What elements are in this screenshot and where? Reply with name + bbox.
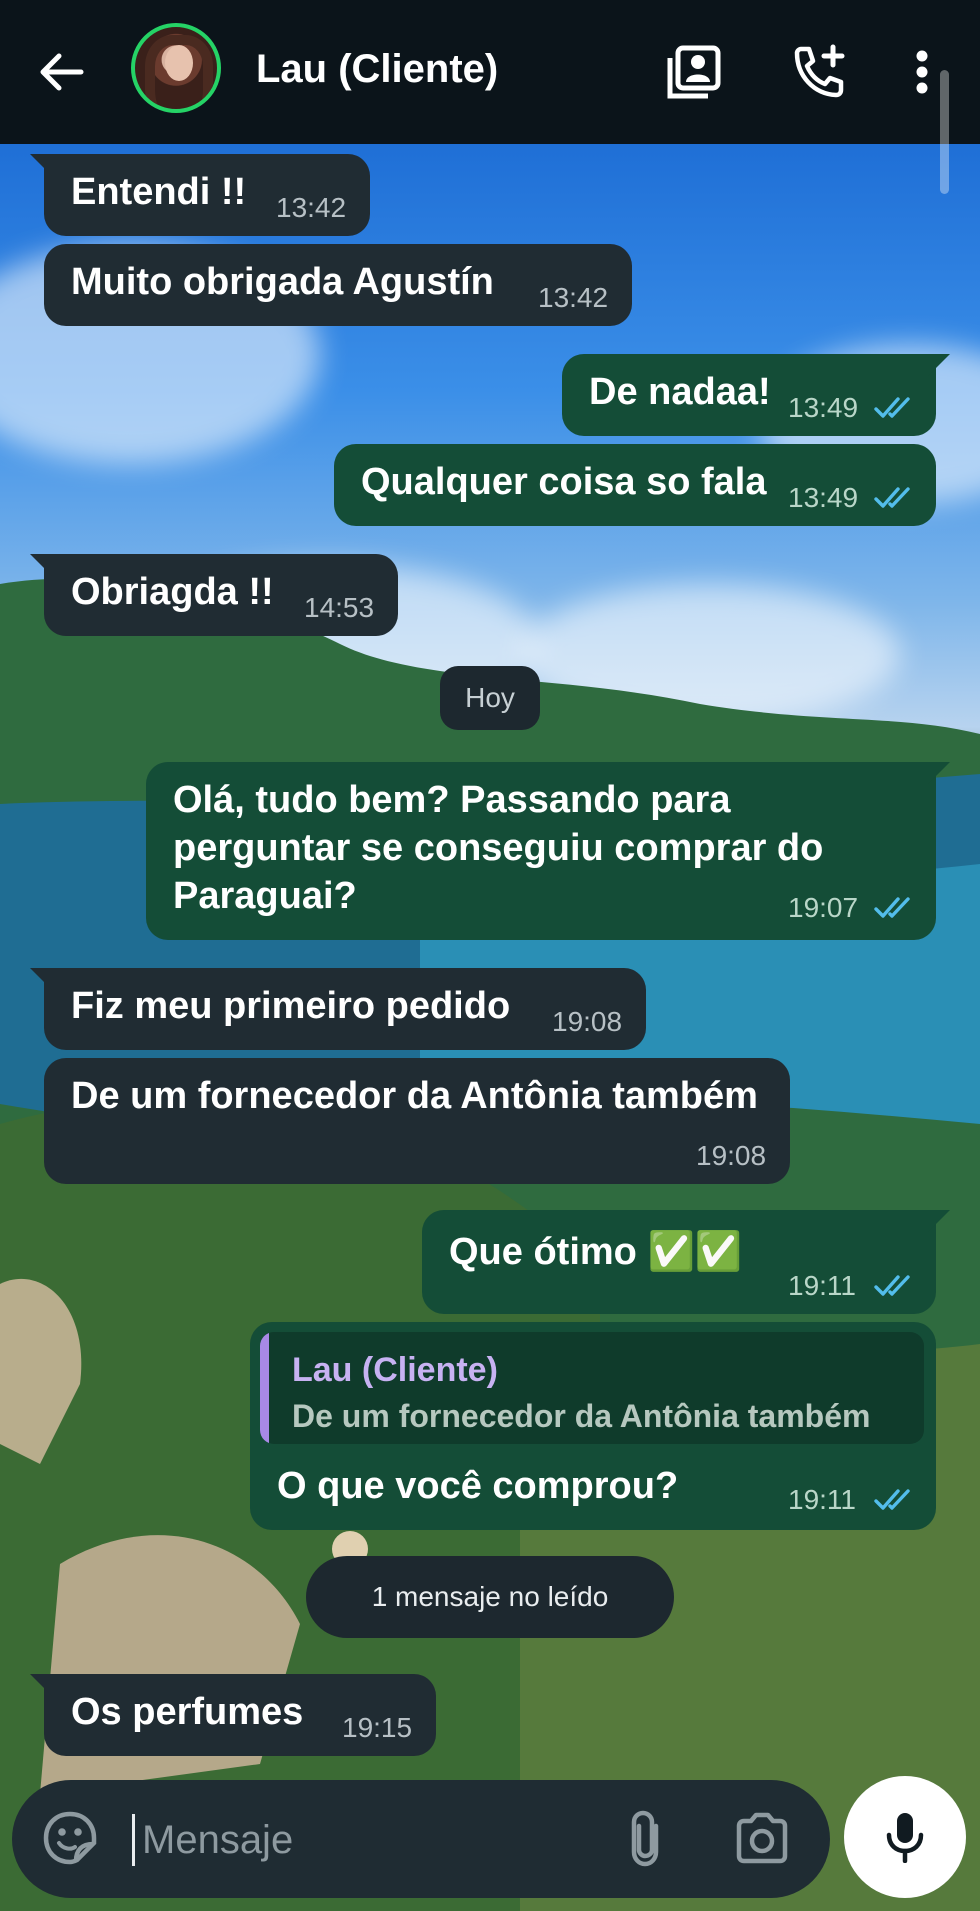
message-time: 19:08 — [552, 1006, 623, 1037]
outgoing-message[interactable]: Olá, tudo bem? Passando para perguntar s… — [146, 762, 950, 940]
camera-icon[interactable] — [734, 1812, 790, 1864]
outgoing-message[interactable]: Que ótimo ✅✅ 19:11 — [422, 1210, 950, 1314]
quoted-message[interactable]: Lau (Cliente) De um fornecedor da Antôni… — [260, 1332, 924, 1444]
quote-accent-bar — [260, 1332, 269, 1444]
message-time: 19:15 — [342, 1712, 413, 1743]
quoted-text: De um fornecedor da Antônia também — [292, 1398, 871, 1434]
outgoing-message[interactable]: De nadaa! 13:49 — [562, 354, 950, 436]
incoming-message[interactable]: Entendi !! 13:42 — [30, 154, 370, 236]
message-time: 19:11 — [788, 1484, 856, 1515]
avatar[interactable] — [131, 23, 221, 113]
add-call-icon[interactable] — [788, 42, 848, 102]
message-text: Muito obrigada Agustín — [71, 261, 494, 303]
message-input[interactable] — [140, 1810, 614, 1870]
text-caret — [132, 1814, 135, 1866]
microphone-button[interactable] — [844, 1776, 966, 1898]
message-time: 19:08 — [696, 1140, 767, 1171]
message-text: Obriagda !! — [71, 571, 274, 613]
message-text: Entendi !! — [71, 171, 247, 213]
microphone-icon — [886, 1813, 924, 1863]
message-time: 13:42 — [276, 192, 347, 223]
message-text: Olá, tudo bem? Passando para perguntar s… — [173, 779, 824, 917]
read-ticks-icon — [874, 1489, 910, 1510]
read-ticks-icon — [874, 1275, 910, 1296]
message-time: 14:53 — [304, 592, 375, 623]
message-text: Fiz meu primeiro pedido — [71, 985, 511, 1027]
message-time: 19:11 — [788, 1270, 856, 1301]
read-ticks-icon — [874, 397, 910, 418]
outgoing-reply-message[interactable]: Lau (Cliente) De um fornecedor da Antôni… — [250, 1322, 936, 1530]
message-time: 13:42 — [538, 282, 609, 313]
outgoing-message[interactable]: Qualquer coisa so fala 13:49 — [334, 444, 936, 526]
message-text: De nadaa! — [589, 371, 771, 413]
message-text: De um fornecedor da Antônia também — [71, 1075, 758, 1117]
incoming-message[interactable]: Obriagda !! 14:53 — [30, 554, 398, 636]
date-separator: Hoy — [440, 666, 540, 730]
more-vert-icon[interactable] — [902, 46, 942, 98]
incoming-message[interactable]: De um fornecedor da Antônia também 19:08 — [44, 1058, 790, 1184]
chat-wallpaper: Entendi !! 13:42 Muito obrigada Agustín … — [0, 144, 980, 1911]
contact-card-icon[interactable] — [664, 42, 724, 102]
attach-paperclip-icon[interactable] — [622, 1808, 668, 1868]
back-arrow-icon[interactable] — [34, 50, 88, 94]
read-ticks-icon — [874, 487, 910, 508]
message-composer — [12, 1780, 830, 1898]
message-time: 13:49 — [788, 392, 859, 423]
message-time: 19:07 — [788, 892, 859, 923]
read-ticks-icon — [874, 897, 910, 918]
incoming-message[interactable]: Muito obrigada Agustín 13:42 — [44, 244, 632, 326]
message-text: Que ótimo ✅✅ — [449, 1231, 743, 1273]
message-text: Qualquer coisa so fala — [361, 461, 767, 503]
chat-header: Lau (Cliente) — [0, 0, 980, 144]
message-text: O que você comprou? — [277, 1465, 679, 1507]
quoted-author: Lau (Cliente) — [292, 1351, 498, 1389]
incoming-message[interactable]: Os perfumes 19:15 — [30, 1674, 436, 1756]
message-time: 13:49 — [788, 482, 859, 513]
sticker-emoji-icon[interactable] — [42, 1810, 98, 1866]
incoming-message[interactable]: Fiz meu primeiro pedido 19:08 — [30, 968, 646, 1050]
scrollbar[interactable] — [940, 70, 949, 194]
message-text: Os perfumes — [71, 1691, 304, 1733]
contact-name[interactable]: Lau (Cliente) — [256, 47, 498, 92]
unread-separator: 1 mensaje no leído — [306, 1556, 674, 1638]
